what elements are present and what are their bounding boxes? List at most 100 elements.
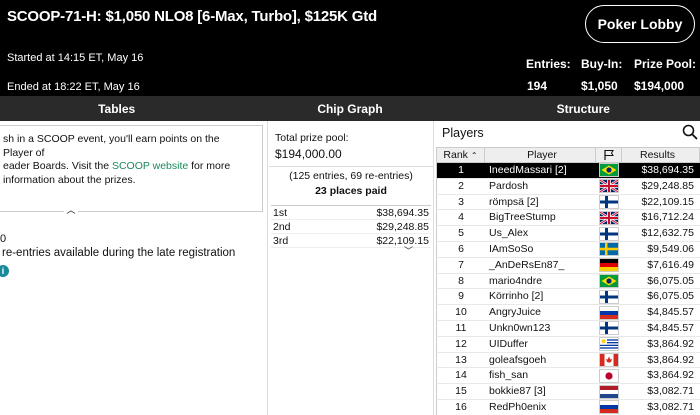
player-name: römpsä [2]	[489, 195, 539, 208]
country-flag-icon	[596, 194, 622, 210]
entries-value: 194	[527, 79, 548, 93]
country-flag-icon	[596, 242, 622, 257]
total-prize-label: Total prize pool:	[275, 132, 349, 144]
player-row[interactable]: 2 Pardosh $29,248.85	[436, 178, 700, 195]
player-row[interactable]: 7 _AnDeRsEn87_ $7,616.49	[436, 257, 700, 274]
chevron-down-icon[interactable]: ﹀	[404, 244, 413, 257]
country-flag-icon	[596, 210, 622, 225]
player-row[interactable]: 10 AngryJuice $4,845.57	[436, 305, 700, 321]
player-row[interactable]: 8 mario4ndre $6,075.05	[436, 273, 700, 290]
tab-structure[interactable]: Structure	[467, 96, 700, 121]
payout-amount: $29,248.85	[376, 221, 429, 233]
player-rank: 15	[455, 385, 467, 398]
late-reg-count: 0	[0, 233, 7, 245]
scoop-website-link[interactable]: SCOOP website	[112, 160, 188, 172]
player-row[interactable]: 13 goleafsgoeh $3,864.92	[436, 352, 700, 369]
player-row[interactable]: 11 Unkn0wn123 $4,845.57	[436, 320, 700, 337]
player-name: IAmSoSo	[489, 242, 534, 255]
player-row[interactable]: 3 römpsä [2] $22,109.15	[436, 194, 700, 211]
country-flag-icon	[596, 273, 622, 289]
flag-icon	[603, 150, 614, 160]
player-name: Pardosh	[489, 179, 529, 192]
player-rank: 4	[458, 211, 464, 224]
scoop-points-text: sh in a SCOOP event, you'll earn points …	[3, 133, 251, 187]
places-paid: 23 places paid	[315, 185, 387, 197]
player-rank: 13	[455, 353, 467, 366]
player-result: $3,864.92	[647, 369, 694, 382]
player-name: Unkn0wn123	[489, 321, 551, 334]
player-result: $4,845.57	[647, 321, 694, 334]
players-table: Rank ⌃ Player Results 1 IneedMassari [2] $…	[436, 147, 700, 415]
player-row[interactable]: 6 IAmSoSo $9,549.06	[436, 241, 700, 258]
player-name: fish_san	[489, 369, 529, 382]
payout-row: 1st $38,694.35	[271, 206, 431, 220]
player-name: Us_Alex	[489, 227, 529, 240]
player-name: RedPh0enix	[489, 400, 547, 413]
country-flag-icon	[596, 337, 622, 352]
player-row[interactable]: 9 Körrinho [2] $6,075.05	[436, 289, 700, 306]
tab-bar: Tables Chip Graph Structure	[0, 96, 700, 121]
player-name: bokkie87 [3]	[489, 385, 546, 398]
payout-place: 1st	[273, 207, 288, 219]
player-result: $6,075.05	[647, 290, 694, 303]
info-line-2a: eader Boards. Visit the	[3, 160, 112, 172]
players-table-header: Rank ⌃ Player Results	[436, 147, 700, 163]
player-name: mario4ndre	[489, 274, 543, 287]
search-icon[interactable]	[682, 124, 698, 140]
player-result: $29,248.85	[641, 179, 694, 192]
player-rank: 3	[458, 195, 464, 208]
entries-note: (125 entries, 69 re-entries)	[289, 170, 413, 182]
player-result: $4,845.57	[647, 306, 694, 319]
results-column-header[interactable]: Results	[622, 148, 699, 162]
info-line-2b: for more	[188, 160, 231, 172]
player-row[interactable]: 15 bokkie87 [3] $3,082.71	[436, 384, 700, 400]
tab-chip-graph[interactable]: Chip Graph	[233, 96, 466, 121]
country-flag-icon	[596, 289, 622, 304]
player-name: BigTreeStump	[489, 211, 556, 224]
entries-label: Entries:	[526, 57, 571, 71]
poker-lobby-button[interactable]: Poker Lobby	[585, 5, 695, 43]
payout-amount: $22,109.15	[376, 235, 429, 247]
player-row[interactable]: 5 Us_Alex $12,632.75	[436, 226, 700, 242]
scoop-points-card: sh in a SCOOP event, you'll earn points …	[0, 125, 263, 212]
chevron-up-icon[interactable]: ︿	[64, 205, 78, 215]
info-line-1: sh in a SCOOP event, you'll earn points …	[3, 133, 220, 159]
player-row[interactable]: 14 fish_san $3,864.92	[436, 368, 700, 385]
player-column-header[interactable]: Player	[485, 148, 596, 162]
prize-pool-value: $194,000	[634, 79, 685, 93]
player-name: _AnDeRsEn87_	[489, 258, 565, 271]
payout-place: 3rd	[273, 235, 289, 247]
tournament-title: SCOOP-71-H: $1,050 NLO8 [6-Max, Turbo], …	[7, 8, 378, 25]
player-result: $22,109.15	[641, 195, 694, 208]
player-name: IneedMassari [2]	[489, 164, 567, 176]
player-row[interactable]: 12 UIDuffer $3,864.92	[436, 336, 700, 353]
payout-table: 1st $38,694.35 2nd $29,248.85 3rd $22,10…	[271, 205, 431, 248]
country-flag-icon	[596, 352, 622, 368]
country-flag-icon	[596, 226, 622, 241]
sort-chevron-icon: ⌃	[470, 151, 478, 160]
tournament-header: SCOOP-71-H: $1,050 NLO8 [6-Max, Turbo], …	[0, 0, 700, 96]
divider	[433, 121, 434, 415]
player-result: $16,712.24	[641, 211, 694, 224]
player-result: $3,082.71	[647, 385, 694, 398]
rank-column-header[interactable]: Rank ⌃	[437, 148, 485, 162]
player-row[interactable]: 16 RedPh0enix $3,082.71	[436, 399, 700, 415]
started-time: Started at 14:15 ET, May 16	[7, 52, 144, 64]
tab-tables[interactable]: Tables	[0, 96, 233, 121]
country-flag-icon	[596, 163, 622, 178]
player-result: $12,632.75	[641, 227, 694, 240]
country-flag-icon	[596, 384, 622, 399]
player-name: goleafsgoeh	[489, 353, 547, 366]
player-row[interactable]: 1 IneedMassari [2] $38,694.35	[436, 163, 700, 179]
player-rank: 5	[458, 227, 464, 240]
country-flag-icon	[596, 368, 622, 383]
player-rank: 10	[455, 306, 467, 319]
country-flag-icon	[596, 305, 622, 320]
info-icon[interactable]: i	[0, 265, 9, 277]
country-flag-icon	[596, 400, 622, 415]
player-result: $3,082.71	[647, 400, 694, 413]
payout-amount: $38,694.35	[376, 207, 429, 219]
player-row[interactable]: 4 BigTreeStump $16,712.24	[436, 210, 700, 227]
flag-column-header[interactable]	[596, 148, 622, 162]
player-result: $3,864.92	[647, 353, 694, 366]
